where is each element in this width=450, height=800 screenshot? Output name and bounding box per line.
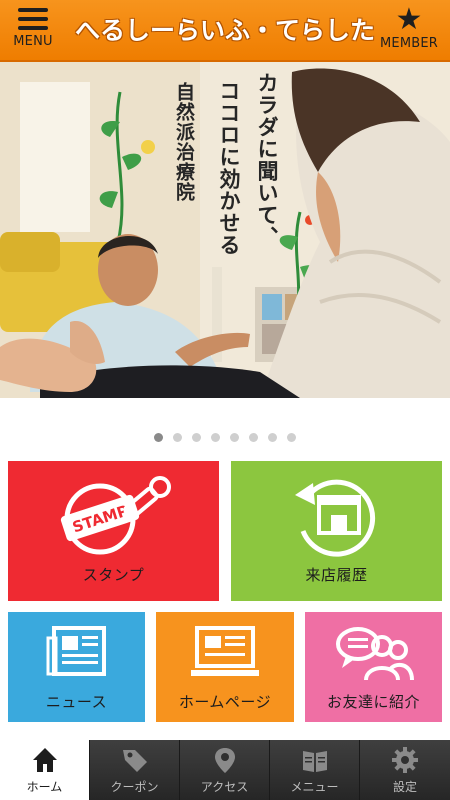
tab-access[interactable]: アクセス [180,740,270,800]
tab-label: 設定 [392,780,417,794]
bottom-tab-bar: ホーム クーポン アクセス メニュー 設定 [0,740,450,800]
tile-label: お友達に紹介 [326,693,420,711]
tab-label: アクセス [200,780,249,794]
hero-banner[interactable]: カラダに聞いて、 ココロに効かせる 自然派治療院 [0,62,450,398]
hero-caption-line3: 自然派治療院 [173,82,195,202]
stamp-tile[interactable]: STAMP スタンプ [8,461,219,601]
tile-label: ニュース [45,693,108,711]
carousel-dot[interactable] [268,433,277,442]
tab-settings[interactable]: 設定 [360,740,450,800]
refer-friend-tile[interactable]: お友達に紹介 [305,612,442,722]
store-history-icon [294,479,375,557]
star-icon: ★ [395,2,423,37]
carousel-dot[interactable] [173,433,182,442]
tab-home[interactable]: ホーム [0,740,90,800]
visit-history-tile[interactable]: 来店履歴 [231,461,442,601]
member-label: MEMBER [379,36,438,51]
monitor-icon [191,626,259,676]
newspaper-icon [46,626,106,676]
tab-label: メニュー [290,780,339,794]
tab-coupon[interactable]: クーポン [90,740,180,800]
homepage-tile[interactable]: ホームページ [156,612,294,722]
menu-button[interactable]: MENU [6,6,60,56]
carousel-dot[interactable] [211,433,220,442]
tab-label: クーポン [110,780,159,794]
book-icon [302,751,327,772]
home-icon [32,748,57,772]
tile-label: ホームページ [178,693,272,711]
app-header: MENU へるしーらいふ・てらした ★ MEMBER [0,0,450,62]
tab-menu[interactable]: メニュー [270,740,360,800]
hero-caption-line2: ココロに効かせる [217,80,241,256]
map-pin-icon [214,748,235,773]
carousel-dot[interactable] [249,433,258,442]
news-tile[interactable]: ニュース [8,612,145,722]
hamburger-icon [18,6,48,30]
tile-label: スタンプ [82,566,145,584]
carousel-dot[interactable] [154,433,163,442]
carousel-dot[interactable] [192,433,201,442]
stamp-icon: STAMP [60,476,171,555]
menu-label: MENU [13,34,53,49]
hero-caption-line1: カラダに聞いて、 [255,72,279,248]
tag-icon [122,750,147,772]
gear-icon [392,747,418,773]
member-button[interactable]: ★ MEMBER [376,4,442,58]
carousel-dot[interactable] [287,433,296,442]
app-title: へるしーらいふ・てらした [74,16,375,45]
tile-label: 来店履歴 [305,566,368,584]
carousel-indicator [0,433,450,445]
friends-chat-icon [335,627,414,681]
tab-label: ホーム [26,780,63,794]
carousel-dot[interactable] [230,433,239,442]
